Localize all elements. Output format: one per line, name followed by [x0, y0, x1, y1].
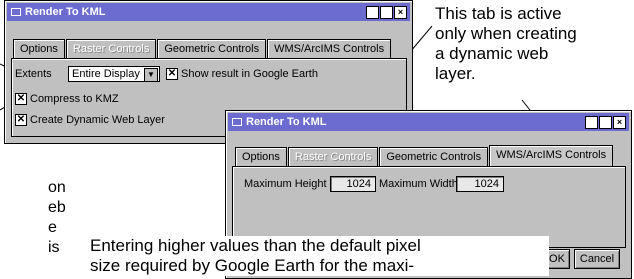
- max-height-label: Maximum Height: [244, 178, 327, 190]
- tab-geometric-controls[interactable]: Geometric Controls: [379, 147, 489, 167]
- tab-geometric-controls[interactable]: Geometric Controls: [157, 39, 267, 59]
- tab-raster-controls[interactable]: Raster Controls: [65, 39, 157, 59]
- max-height-field[interactable]: 1024: [330, 176, 376, 192]
- dialog-title: Render To KML: [246, 116, 327, 128]
- minimize-icon[interactable]: [585, 116, 598, 129]
- extents-dropdown[interactable]: Entire Display ▼: [68, 66, 160, 82]
- tab-raster-controls[interactable]: Raster Controls: [287, 147, 379, 167]
- title-bar[interactable]: Render To KML ×: [228, 113, 629, 131]
- close-icon[interactable]: ×: [613, 116, 626, 129]
- cancel-button[interactable]: Cancel: [574, 249, 620, 269]
- minimize-icon[interactable]: [366, 6, 379, 19]
- maximize-icon[interactable]: [380, 6, 393, 19]
- dialog-title: Render To KML: [25, 6, 106, 18]
- title-bar[interactable]: Render To KML ×: [7, 3, 410, 21]
- show-google-earth-label: Show result in Google Earth: [181, 68, 318, 80]
- extents-value: Entire Display: [72, 68, 140, 80]
- max-width-field[interactable]: 1024: [456, 176, 504, 192]
- window-menu-icon[interactable]: [232, 118, 242, 127]
- bottom-note: Entering higher values than the default …: [86, 236, 549, 276]
- dynamic-layer-label: Create Dynamic Web Layer: [30, 114, 165, 126]
- dynamic-layer-checkbox[interactable]: ✕: [15, 114, 27, 126]
- tab-options[interactable]: Options: [13, 39, 65, 59]
- tab-options[interactable]: Options: [235, 147, 287, 167]
- maximize-icon[interactable]: [599, 116, 612, 129]
- window-menu-icon[interactable]: [11, 8, 21, 17]
- show-google-earth-checkbox[interactable]: ✕: [166, 68, 178, 80]
- tab-wms-arcims-controls[interactable]: WMS/ArcIMS Controls: [267, 39, 392, 59]
- compress-kmz-label: Compress to KMZ: [30, 93, 119, 105]
- chevron-down-icon: ▼: [144, 68, 158, 82]
- close-icon[interactable]: ×: [394, 6, 407, 19]
- extents-label: Extents: [15, 68, 52, 80]
- max-width-label: Maximum Width: [379, 178, 458, 190]
- tab-wms-arcims-controls[interactable]: WMS/ArcIMS Controls: [489, 145, 614, 167]
- left-text-fragments: on eb e is: [48, 179, 66, 256]
- compress-kmz-checkbox[interactable]: ✕: [15, 93, 27, 105]
- tab-note: This tab is active only when creating a …: [435, 4, 577, 83]
